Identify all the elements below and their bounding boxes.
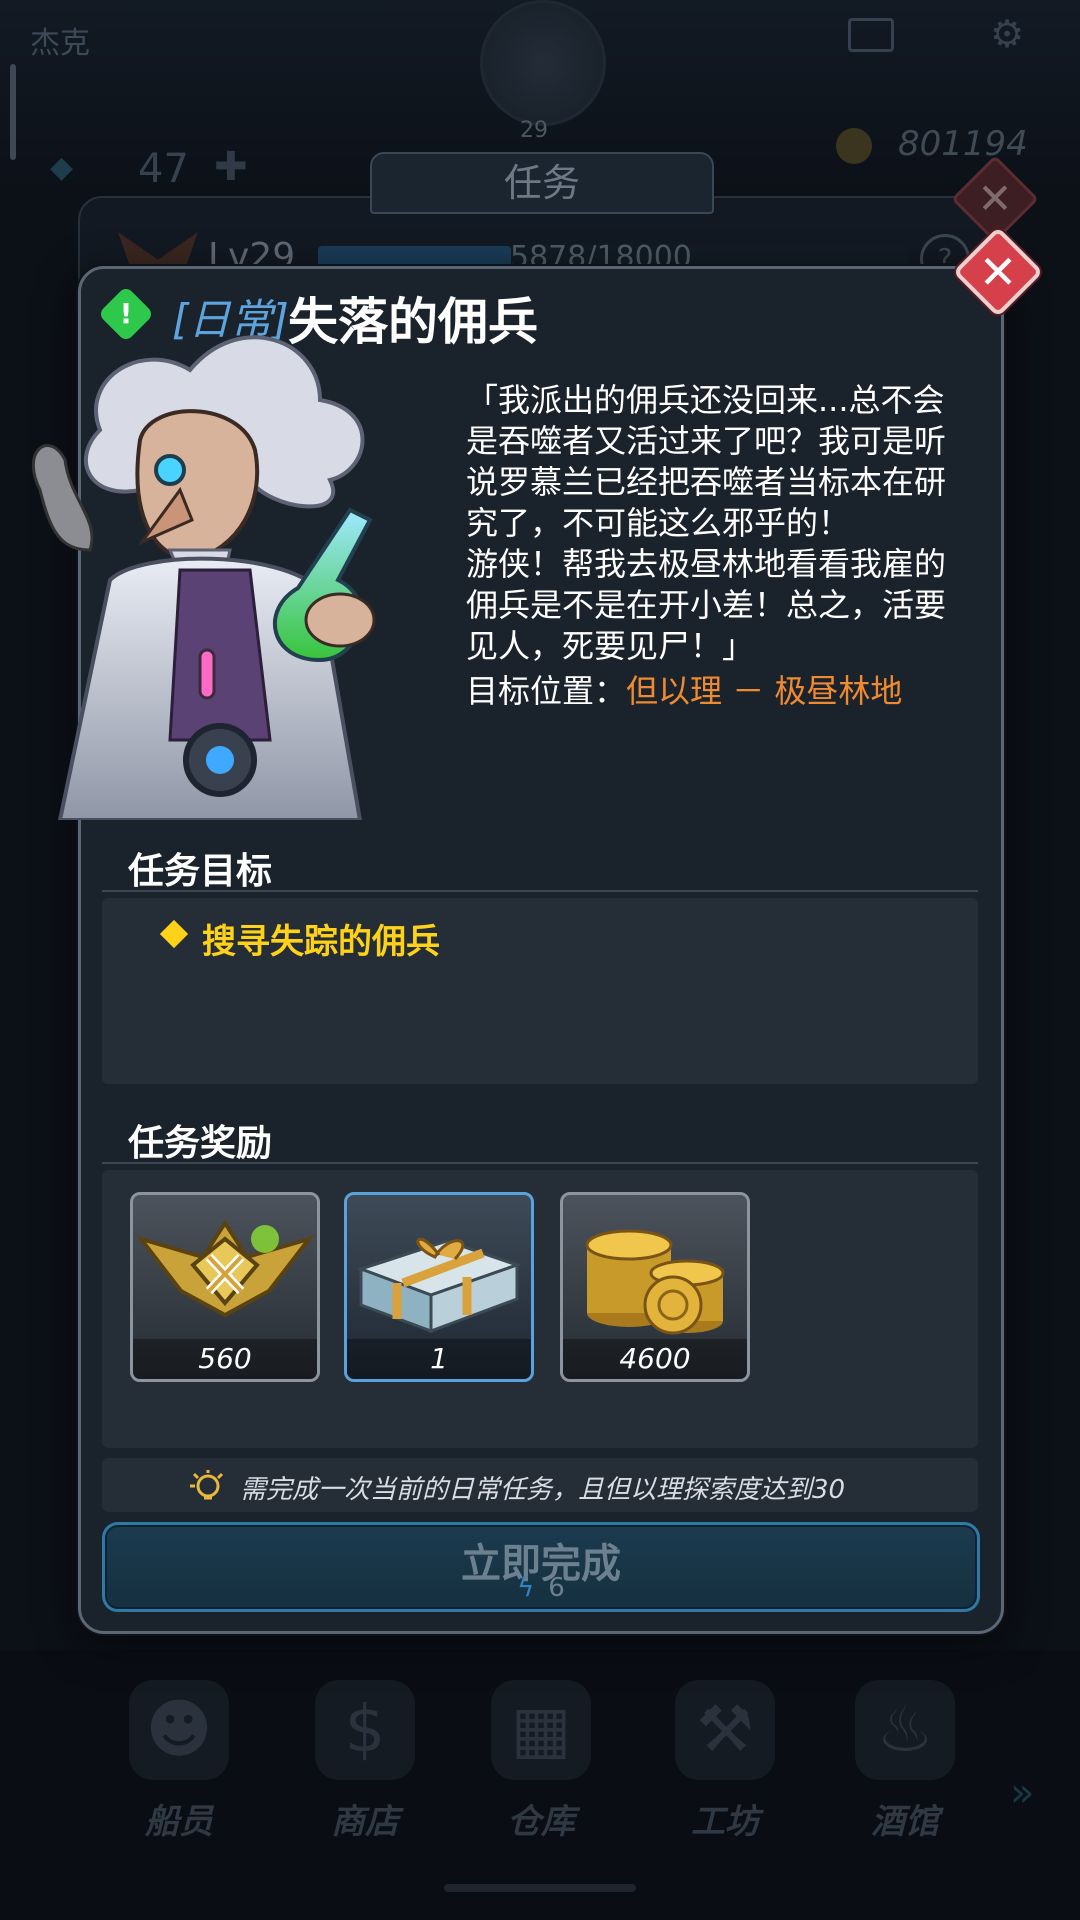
- expand-arrow-icon: »: [1010, 1770, 1035, 1816]
- requirement-text: 需完成一次当前的日常任务，且但以理探索度达到30: [240, 1475, 846, 1505]
- energy-bolt-icon: ϟ: [517, 1573, 535, 1603]
- nav-crew: ☻ 船员: [104, 1680, 254, 1843]
- gift-box-icon: [356, 1237, 522, 1334]
- nav-label: 船员: [145, 1802, 213, 1842]
- gold-coins-icon: [585, 1229, 725, 1335]
- scrollbar: [10, 64, 16, 160]
- instant-complete-button[interactable]: 立即完成 ϟ6: [102, 1522, 980, 1612]
- rewards-heading: 任务奖励: [128, 1123, 273, 1164]
- nav-shop: $ 商店: [290, 1680, 440, 1843]
- lightbulb-icon: [190, 1470, 224, 1500]
- description-line: 「我派出的佣兵还没回来...总不会: [466, 381, 945, 419]
- home-indicator: [444, 1884, 636, 1892]
- objective-item: 搜寻失踪的佣兵: [202, 922, 440, 962]
- nav-label: 酒馆: [871, 1802, 939, 1842]
- gold-coin-icon: [836, 128, 872, 164]
- description-line: 见人，死要见尸！」: [466, 627, 755, 665]
- reward-count: 560: [133, 1339, 317, 1379]
- gem-icon: ◆: [50, 150, 74, 185]
- objectives-heading: 任务目标: [128, 851, 273, 892]
- quest-giver-portrait: [31, 335, 376, 820]
- close-icon: ✕: [977, 174, 1013, 223]
- add-energy-icon: ✚: [214, 144, 248, 190]
- description-line: 说罗慕兰已经把吞噬者当标本在研: [466, 463, 947, 501]
- reward-count: 1: [347, 1339, 531, 1379]
- mail-icon: [848, 18, 894, 52]
- rank-emblem-icon: [135, 1219, 315, 1318]
- reward-count: 4600: [563, 1339, 747, 1379]
- task-panel-title: 任务: [370, 152, 714, 214]
- energy-cost-value: 6: [548, 1573, 565, 1603]
- player-avatar: [480, 0, 606, 126]
- gear-icon: ⚙: [990, 12, 1025, 56]
- quest-description: 「我派出的佣兵还没回来...总不会 是吞噬者又活过来了吧？我可是听 说罗慕兰已经…: [466, 380, 986, 667]
- workshop-icon: ⚒: [675, 1680, 775, 1780]
- reward-gift-box[interactable]: 1: [344, 1192, 534, 1382]
- nav-tavern: ♨ 酒馆: [830, 1680, 980, 1843]
- nav-label: 仓库: [507, 1802, 575, 1842]
- description-line: 佣兵是不是在开小差！总之，活要: [466, 586, 947, 624]
- description-line: 究了，不可能这么邪乎的！: [466, 504, 851, 542]
- avatar-level-badge: 29: [520, 118, 548, 143]
- nav-warehouse: ▦ 仓库: [466, 1680, 616, 1843]
- tavern-icon: ♨: [855, 1680, 955, 1780]
- energy-count: 47: [138, 146, 189, 192]
- target-location: 目标位置：但以理 － 极昼林地: [466, 666, 902, 712]
- shop-icon: $: [315, 1680, 415, 1780]
- description-line: 是吞噬者又活过来了吧？我可是听: [466, 422, 947, 460]
- nav-label: 工坊: [691, 1802, 759, 1842]
- target-location-value: 但以理 － 极昼林地: [626, 672, 903, 710]
- gold-amount: 801194: [898, 124, 1028, 164]
- crew-icon: ☻: [129, 1680, 229, 1780]
- warehouse-icon: ▦: [491, 1680, 591, 1780]
- divider: [102, 1162, 978, 1164]
- reward-gold-coins[interactable]: 4600: [560, 1192, 750, 1382]
- target-location-label: 目标位置：: [466, 672, 627, 710]
- divider: [102, 890, 978, 892]
- nav-workshop: ⚒ 工坊: [650, 1680, 800, 1843]
- description-line: 游侠！帮我去极昼林地看看我雇的: [466, 545, 947, 583]
- close-icon: ✕: [978, 245, 1018, 299]
- nav-label: 商店: [331, 1802, 399, 1842]
- reward-rank-points[interactable]: 560: [130, 1192, 320, 1382]
- player-name: 杰克: [30, 26, 90, 61]
- energy-cost: ϟ6: [105, 1573, 977, 1603]
